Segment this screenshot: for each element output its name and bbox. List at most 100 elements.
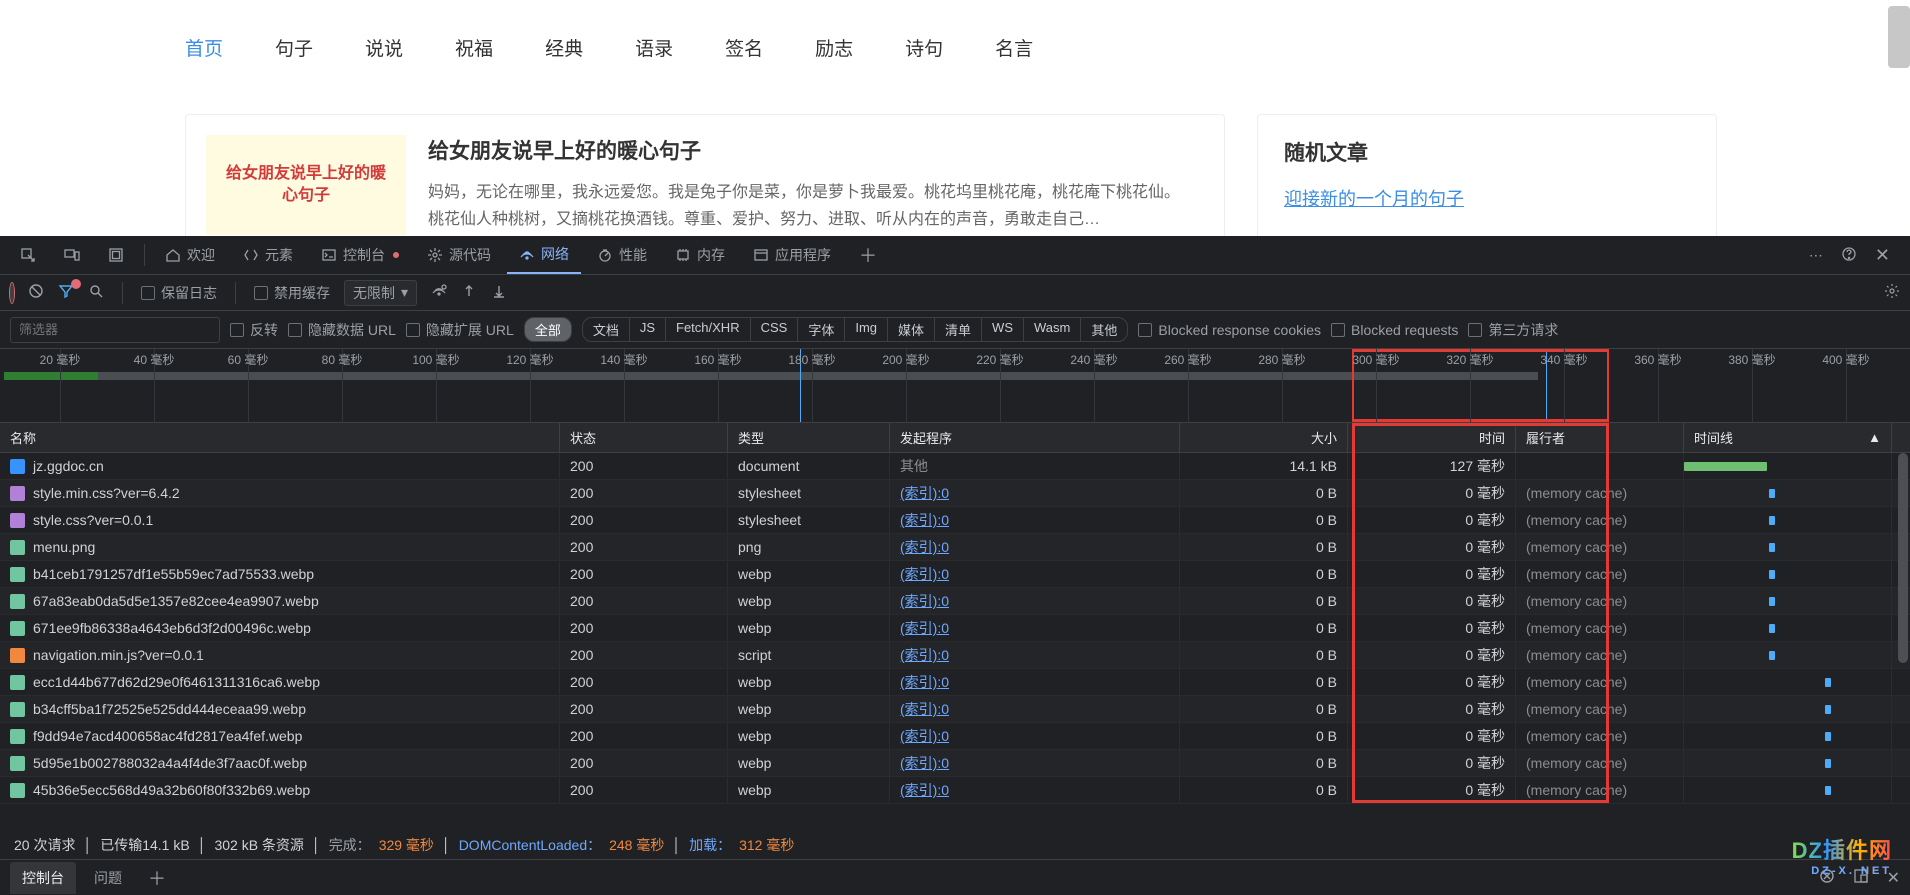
invert-checkbox[interactable]: 反转	[230, 320, 278, 340]
device-icon[interactable]	[52, 236, 92, 274]
search-icon[interactable]	[88, 283, 104, 302]
tab-performance[interactable]: 性能	[585, 236, 659, 274]
type-all[interactable]: 全部	[524, 317, 572, 342]
blocked-req-checkbox[interactable]: Blocked requests	[1331, 322, 1458, 338]
table-header[interactable]: 名称 状态 类型 发起程序 大小 时间 履行者 时间线▲	[0, 423, 1910, 453]
type-CSS[interactable]: CSS	[751, 318, 799, 341]
timeline-ruler[interactable]: 20 毫秒40 毫秒60 毫秒80 毫秒100 毫秒120 毫秒140 毫秒16…	[0, 349, 1910, 423]
initiator-link[interactable]: (索引):0	[900, 726, 949, 746]
nav-3[interactable]: 祝福	[455, 34, 493, 61]
page-scrollbar[interactable]	[1888, 6, 1910, 68]
nav-9[interactable]: 名言	[995, 34, 1033, 61]
type-JS[interactable]: JS	[630, 318, 666, 341]
req-size: 0 B	[1180, 507, 1348, 533]
blocked-cookies-checkbox[interactable]: Blocked response cookies	[1138, 322, 1321, 338]
disable-cache-checkbox[interactable]: 禁用缓存	[254, 283, 330, 303]
ruler-tick: 100 毫秒	[412, 351, 459, 368]
tab-memory[interactable]: 内存	[663, 236, 737, 274]
table-row[interactable]: 45b36e5ecc568d49a32b60f80f332b69.webp200…	[0, 777, 1910, 804]
req-size: 0 B	[1180, 669, 1348, 695]
filter-icon[interactable]	[58, 283, 74, 302]
initiator-link[interactable]: (索引):0	[900, 483, 949, 503]
tab-console[interactable]: 控制台	[309, 236, 411, 274]
nav-7[interactable]: 励志	[815, 34, 853, 61]
type-Img[interactable]: Img	[845, 318, 888, 341]
tab-welcome[interactable]: 欢迎	[153, 236, 227, 274]
initiator-link[interactable]: (索引):0	[900, 591, 949, 611]
table-row[interactable]: 671ee9fb86338a4643eb6d3f2d00496c.webp200…	[0, 615, 1910, 642]
req-name: style.css?ver=0.0.1	[33, 512, 153, 528]
clear-icon[interactable]	[28, 283, 44, 302]
initiator-link[interactable]: (索引):0	[900, 564, 949, 584]
table-row[interactable]: menu.png200png(索引):00 B0 毫秒(memory cache…	[0, 534, 1910, 561]
table-row[interactable]: b34cff5ba1f72525e525dd444eceaa99.webp200…	[0, 696, 1910, 723]
req-waterfall	[1684, 561, 1892, 587]
req-initiator: (索引):0	[890, 534, 1180, 560]
initiator-link[interactable]: (索引):0	[900, 780, 949, 800]
hide-exturl-checkbox[interactable]: 隐藏扩展 URL	[406, 320, 514, 340]
nav-5[interactable]: 语录	[635, 34, 673, 61]
initiator-link[interactable]: (索引):0	[900, 672, 949, 692]
tab-network[interactable]: 网络	[507, 236, 581, 274]
close-icon[interactable]: ✕	[1875, 245, 1890, 266]
sidebar-title: 随机文章	[1284, 137, 1690, 167]
nav-2[interactable]: 说说	[365, 34, 403, 61]
upload-icon[interactable]	[461, 283, 477, 302]
filter-input[interactable]	[10, 317, 220, 343]
req-time: 0 毫秒	[1348, 723, 1516, 749]
throttle-select[interactable]: 无限制▾	[344, 280, 417, 306]
requests-table: 名称 状态 类型 发起程序 大小 时间 履行者 时间线▲ jz.ggdoc.cn…	[0, 423, 1910, 831]
article-title[interactable]: 给女朋友说早上好的暖心句子	[428, 135, 1188, 165]
drawer-console[interactable]: 控制台	[10, 862, 76, 894]
initiator-link[interactable]: (索引):0	[900, 618, 949, 638]
table-row[interactable]: f9dd94e7acd400658ac4fd2817ea4fef.webp200…	[0, 723, 1910, 750]
download-icon[interactable]	[491, 283, 507, 302]
sidebar-link[interactable]: 迎接新的一个月的句子	[1284, 189, 1464, 209]
add-tab-icon[interactable]: ＋	[847, 236, 889, 274]
type-字体[interactable]: 字体	[798, 318, 845, 341]
preserve-log-checkbox[interactable]: 保留日志	[141, 283, 217, 303]
type-清单[interactable]: 清单	[935, 318, 982, 341]
table-row[interactable]: style.min.css?ver=6.4.2200stylesheet(索引)…	[0, 480, 1910, 507]
initiator-link[interactable]: (索引):0	[900, 537, 949, 557]
tab-sources[interactable]: 源代码	[415, 236, 503, 274]
type-其他[interactable]: 其他	[1081, 318, 1127, 341]
hide-dataurl-checkbox[interactable]: 隐藏数据 URL	[288, 320, 396, 340]
initiator-link[interactable]: (索引):0	[900, 699, 949, 719]
inspect-icon[interactable]	[8, 236, 48, 274]
type-Wasm[interactable]: Wasm	[1024, 318, 1081, 341]
nav-6[interactable]: 签名	[725, 34, 763, 61]
thirdparty-checkbox[interactable]: 第三方请求	[1468, 320, 1558, 340]
settings-icon[interactable]	[1884, 283, 1900, 302]
table-row[interactable]: navigation.min.js?ver=0.0.1200script(索引)…	[0, 642, 1910, 669]
table-row[interactable]: 67a83eab0da5d5e1357e82cee4ea9907.webp200…	[0, 588, 1910, 615]
article-card[interactable]: 给女朋友说早上好的暖心句子 给女朋友说早上好的暖心句子 妈妈，无论在哪里，我永远…	[185, 114, 1225, 256]
type-Fetch/XHR[interactable]: Fetch/XHR	[666, 318, 751, 341]
add-drawer-icon[interactable]: ＋	[140, 865, 174, 891]
wifi-icon[interactable]	[431, 283, 447, 302]
nav-4[interactable]: 经典	[545, 34, 583, 61]
tab-application[interactable]: 应用程序	[741, 236, 843, 274]
drawer-issues[interactable]: 问题	[82, 862, 134, 894]
nav-0[interactable]: 首页	[185, 34, 223, 61]
record-icon[interactable]	[10, 285, 14, 301]
table-row[interactable]: jz.ggdoc.cn200document其他14.1 kB127 毫秒	[0, 453, 1910, 480]
type-媒体[interactable]: 媒体	[888, 318, 935, 341]
initiator-link[interactable]: (索引):0	[900, 753, 949, 773]
table-scrollbar[interactable]	[1898, 453, 1908, 663]
more-icon[interactable]: ⋯	[1809, 247, 1823, 264]
type-文档[interactable]: 文档	[583, 318, 630, 341]
tab-elements[interactable]: 元素	[231, 236, 305, 274]
type-WS[interactable]: WS	[982, 318, 1024, 341]
table-row[interactable]: ecc1d44b677d62d29e0f6461311316ca6.webp20…	[0, 669, 1910, 696]
table-row[interactable]: b41ceb1791257df1e55b59ec7ad75533.webp200…	[0, 561, 1910, 588]
req-type: stylesheet	[728, 507, 890, 533]
table-row[interactable]: 5d95e1b002788032a4a4f4de3f7aac0f.webp200…	[0, 750, 1910, 777]
initiator-link[interactable]: (索引):0	[900, 645, 949, 665]
initiator-link[interactable]: (索引):0	[900, 510, 949, 530]
table-row[interactable]: style.css?ver=0.0.1200stylesheet(索引):00 …	[0, 507, 1910, 534]
nav-8[interactable]: 诗句	[905, 34, 943, 61]
help-icon[interactable]	[1841, 246, 1857, 265]
nav-1[interactable]: 句子	[275, 34, 313, 61]
screencast-icon[interactable]	[96, 236, 136, 274]
